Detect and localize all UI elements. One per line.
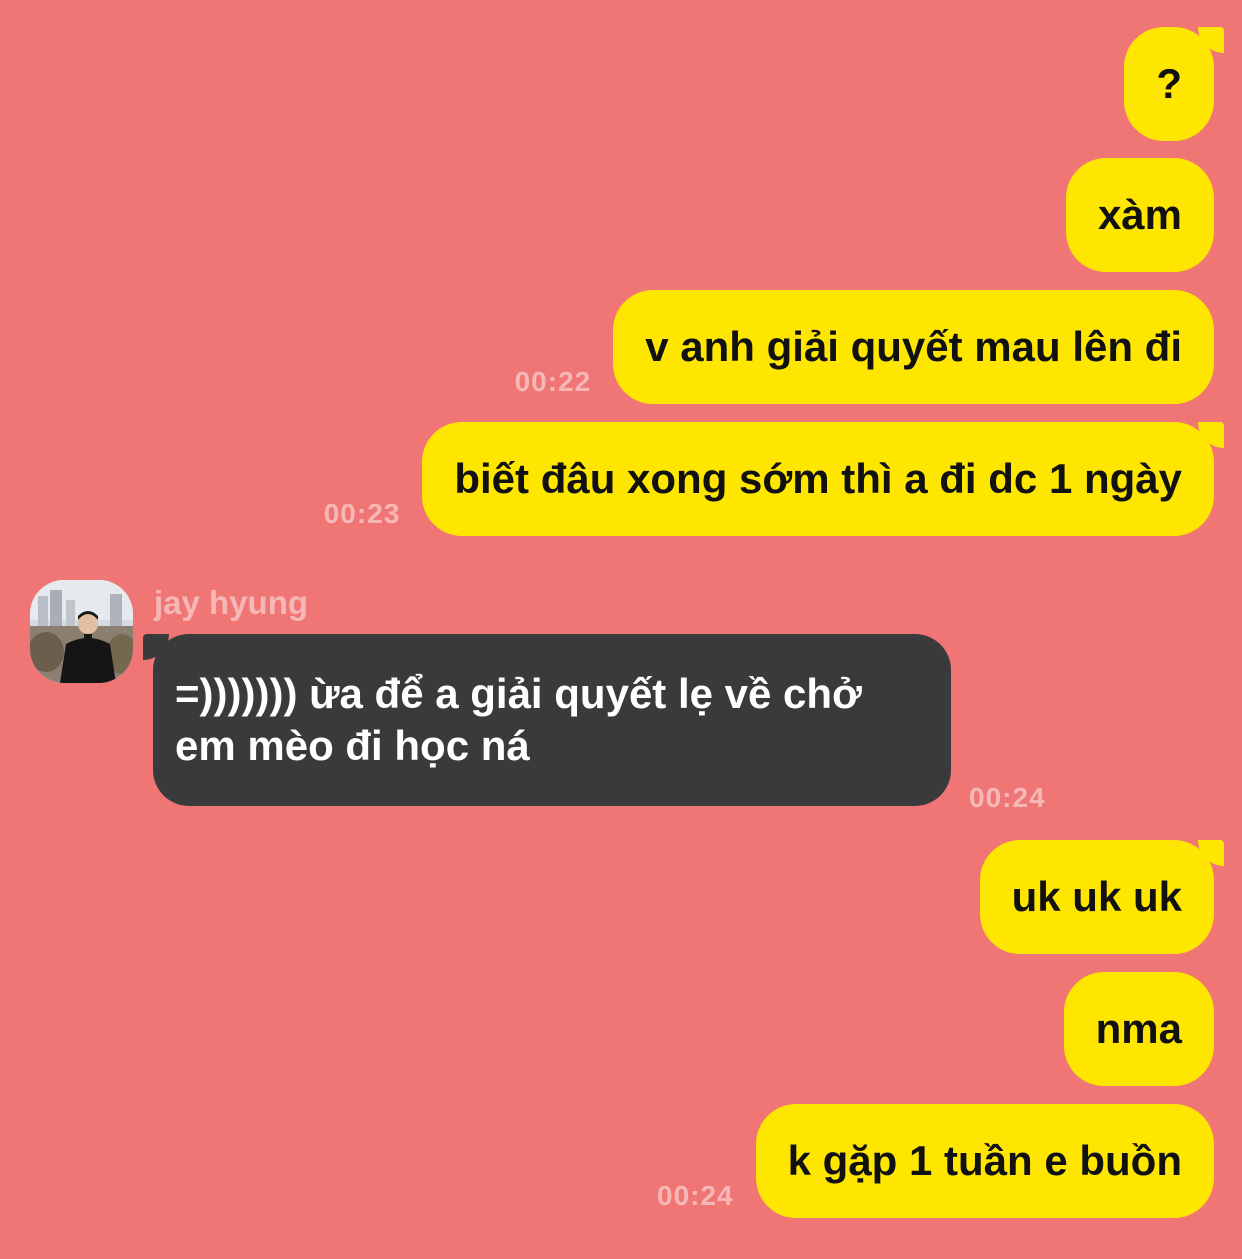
chat-thread: ? xàm 00:22 v anh giải quyết mau lên đi … bbox=[0, 0, 1242, 1259]
message-row: 00:23 biết đâu xong sớm thì a đi dc 1 ng… bbox=[323, 422, 1224, 536]
message-timestamp: 00:23 bbox=[323, 498, 401, 529]
outgoing-message-bubble[interactable]: xàm bbox=[1065, 158, 1214, 272]
incoming-message-bubble[interactable]: =))))))) ừa để a giải quyết lẹ về chở em… bbox=[143, 634, 951, 806]
outgoing-message-bubble[interactable]: uk uk uk bbox=[979, 840, 1225, 954]
contact-avatar[interactable] bbox=[30, 580, 133, 683]
outgoing-message-bubble[interactable]: v anh giải quyết mau lên đi bbox=[613, 290, 1214, 404]
outgoing-message-bubble[interactable]: nma bbox=[1063, 972, 1214, 1086]
sender-name: jay hyung bbox=[154, 584, 309, 621]
outgoing-message-bubble[interactable]: k gặp 1 tuần e buồn bbox=[755, 1104, 1214, 1218]
message-row: =))))))) ừa để a giải quyết lẹ về chở em… bbox=[143, 634, 1046, 813]
message-row: xàm bbox=[1065, 158, 1214, 272]
message-timestamp: 00:24 bbox=[969, 782, 1046, 813]
message-row: ? bbox=[1124, 27, 1224, 141]
message-timestamp: 00:22 bbox=[514, 366, 592, 397]
message-row: 00:22 v anh giải quyết mau lên đi bbox=[515, 290, 1214, 404]
message-row: nma bbox=[1063, 972, 1214, 1086]
outgoing-message-bubble[interactable]: ? bbox=[1124, 27, 1224, 141]
message-row: uk uk uk bbox=[979, 840, 1225, 954]
user-photo-icon bbox=[30, 580, 133, 683]
message-timestamp: 00:24 bbox=[657, 1180, 734, 1211]
outgoing-message-bubble[interactable]: biết đâu xong sớm thì a đi dc 1 ngày bbox=[422, 422, 1224, 536]
message-row: 00:24 k gặp 1 tuần e buồn bbox=[657, 1104, 1214, 1218]
